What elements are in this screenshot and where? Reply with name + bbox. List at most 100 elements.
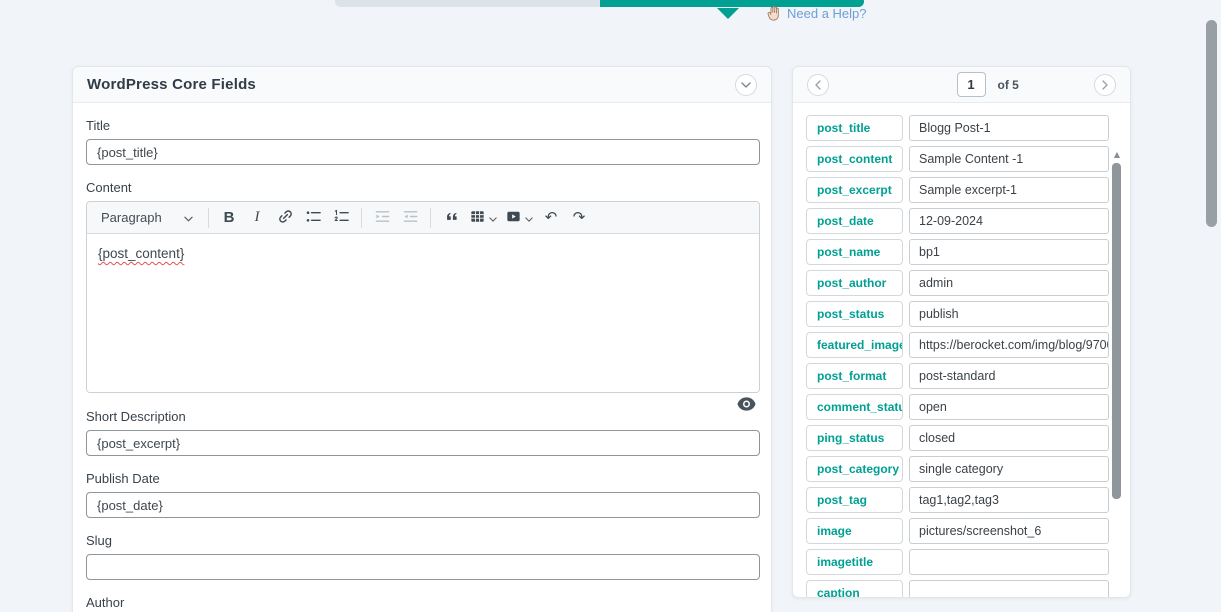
media-button[interactable] <box>502 205 536 231</box>
table-row: caption <box>806 580 1130 598</box>
numbered-list-icon <box>333 208 350 228</box>
mapping-panel-pager: of 5 <box>793 67 1130 103</box>
field-chip[interactable]: post_excerpt <box>806 177 903 203</box>
prev-page-button[interactable] <box>807 74 829 96</box>
field-value[interactable]: tag1,tag2,tag3 <box>909 487 1109 513</box>
table-row: post_namebp1 <box>806 239 1130 265</box>
field-chip[interactable]: comment_status <box>806 394 903 420</box>
publish-date-input[interactable] <box>86 492 760 518</box>
paragraph-select[interactable]: Paragraph <box>93 205 201 231</box>
bulleted-list-button[interactable] <box>300 205 326 231</box>
italic-icon: I <box>255 209 260 226</box>
core-fields-panel-header: WordPress Core Fields <box>73 67 771 103</box>
title-field-block: Title <box>86 118 758 165</box>
table-row: post_authoradmin <box>806 270 1130 296</box>
indent-button[interactable] <box>397 205 423 231</box>
field-value[interactable]: pictures/screenshot_6 <box>909 518 1109 544</box>
field-value[interactable]: 12-09-2024 <box>909 208 1109 234</box>
bold-button[interactable]: B <box>216 205 242 231</box>
triangle-down-icon <box>717 8 739 19</box>
field-chip[interactable]: post_format <box>806 363 903 389</box>
field-chip[interactable]: post_title <box>806 115 903 141</box>
field-chip[interactable]: post_tag <box>806 487 903 513</box>
field-chip[interactable]: post_content <box>806 146 903 172</box>
field-chip[interactable]: image <box>806 518 903 544</box>
field-value[interactable]: Blogg Post-1 <box>909 115 1109 141</box>
field-chip[interactable]: post_date <box>806 208 903 234</box>
publish-date-label: Publish Date <box>86 471 758 487</box>
field-value[interactable]: Sample Content -1 <box>909 146 1109 172</box>
content-editor-body[interactable]: {post_content} <box>87 234 759 392</box>
author-label: Author <box>86 595 758 611</box>
slug-input[interactable] <box>86 554 760 580</box>
field-value[interactable]: publish <box>909 301 1109 327</box>
outdent-icon <box>374 208 391 228</box>
redo-icon: ↷ <box>573 210 586 225</box>
field-chip[interactable]: imagetitle <box>806 549 903 575</box>
browser-scrollbar[interactable] <box>1206 0 1217 612</box>
blockquote-button[interactable] <box>438 205 464 231</box>
redo-button[interactable]: ↷ <box>566 205 592 231</box>
page-number-input[interactable] <box>957 72 986 97</box>
numbered-list-button[interactable] <box>328 205 354 231</box>
chevron-down-icon <box>489 210 497 225</box>
link-icon <box>277 208 294 228</box>
field-chip[interactable]: post_name <box>806 239 903 265</box>
field-chip[interactable]: post_author <box>806 270 903 296</box>
table-button[interactable] <box>466 205 500 231</box>
scroll-up-icon[interactable]: ▲ <box>1111 149 1123 161</box>
panel-title: WordPress Core Fields <box>87 76 256 93</box>
field-value[interactable]: open <box>909 394 1109 420</box>
table-row: imagepictures/screenshot_6 <box>806 518 1130 544</box>
content-field-block: Content Paragraph B I <box>86 180 758 413</box>
indent-icon <box>402 208 419 228</box>
next-page-button[interactable] <box>1094 74 1116 96</box>
field-value[interactable] <box>909 549 1109 575</box>
field-value[interactable]: closed <box>909 425 1109 451</box>
browser-scrollbar-thumb[interactable] <box>1206 20 1217 227</box>
eye-icon[interactable] <box>737 397 756 413</box>
chevron-down-icon <box>741 82 751 88</box>
field-value[interactable]: Sample excerpt-1 <box>909 177 1109 203</box>
table-row: comment_statusopen <box>806 394 1130 420</box>
help-link[interactable]: Need a Help? <box>766 4 867 22</box>
toolbar-divider <box>208 208 209 228</box>
table-row: featured_imagehttps://berocket.com/img/b… <box>806 332 1130 358</box>
outdent-button[interactable] <box>369 205 395 231</box>
table-row: post_excerptSample excerpt-1 <box>806 177 1130 203</box>
field-chip[interactable]: featured_image <box>806 332 903 358</box>
media-icon <box>505 208 522 228</box>
field-value[interactable]: bp1 <box>909 239 1109 265</box>
field-chip[interactable]: ping_status <box>806 425 903 451</box>
field-value[interactable]: post-standard <box>909 363 1109 389</box>
field-chip[interactable]: caption <box>806 580 903 598</box>
core-fields-panel: WordPress Core Fields Title Content Pa <box>72 66 772 612</box>
field-value[interactable]: admin <box>909 270 1109 296</box>
field-value[interactable]: https://berocket.com/img/blog/97001e <box>909 332 1109 358</box>
field-value[interactable] <box>909 580 1109 598</box>
panel-scrollbar[interactable]: ▲ ▼ <box>1111 149 1123 598</box>
page: Need a Help? WordPress Core Fields Title… <box>0 0 1221 612</box>
collapse-panel-button[interactable] <box>735 74 757 96</box>
hand-icon <box>766 4 782 22</box>
chevron-down-icon <box>525 210 533 225</box>
table-row: post_statuspublish <box>806 301 1130 327</box>
author-field-block: Author <box>86 595 758 612</box>
italic-button[interactable]: I <box>244 205 270 231</box>
paragraph-select-label: Paragraph <box>101 210 162 225</box>
table-row: post_titleBlogg Post-1 <box>806 115 1130 141</box>
field-value[interactable]: single category <box>909 456 1109 482</box>
content-label: Content <box>86 180 758 196</box>
chevron-down-icon <box>184 210 193 225</box>
scrollbar-thumb[interactable] <box>1112 163 1121 499</box>
table-row: imagetitle <box>806 549 1130 575</box>
title-input[interactable] <box>86 139 760 165</box>
table-row: post_tagtag1,tag2,tag3 <box>806 487 1130 513</box>
short-description-input[interactable] <box>86 430 760 456</box>
table-row: post_contentSample Content -1 <box>806 146 1130 172</box>
link-button[interactable] <box>272 205 298 231</box>
field-chip[interactable]: post_status <box>806 301 903 327</box>
field-chip[interactable]: post_category <box>806 456 903 482</box>
content-editor-text: {post_content} <box>98 246 184 261</box>
undo-button[interactable]: ↶ <box>538 205 564 231</box>
